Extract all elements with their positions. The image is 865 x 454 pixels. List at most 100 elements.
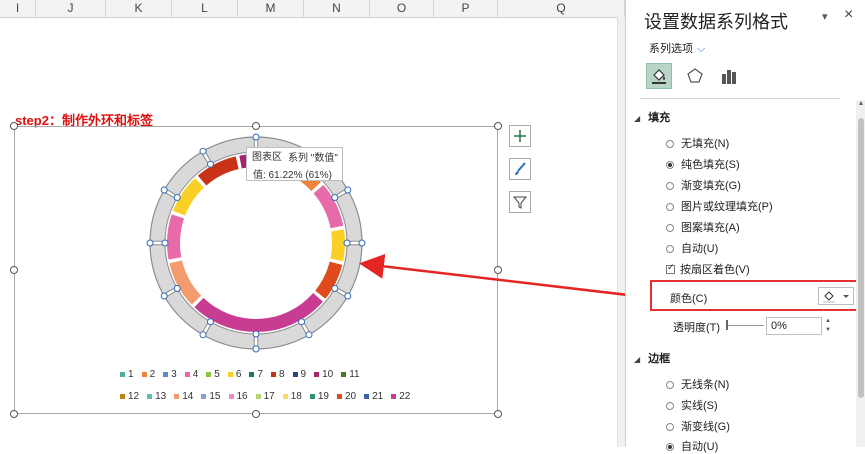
- radio-gradient-fill[interactable]: 渐变填充(G): [666, 177, 741, 193]
- scroll-up-icon[interactable]: ▲: [856, 100, 865, 107]
- legend-entry[interactable]: 20: [337, 391, 356, 402]
- chart-filters-button[interactable]: [509, 191, 531, 213]
- radio-label: 实线(S): [681, 400, 718, 412]
- radio-label: 无线条(N): [681, 379, 730, 391]
- point-handle: [252, 133, 260, 141]
- legend-swatch: [249, 371, 255, 377]
- worksheet[interactable]: I J K L M N O P Q step2：制作外环和标签 系列 "数值" …: [0, 0, 625, 447]
- radio-solid-fill[interactable]: 纯色填充(S): [666, 156, 740, 172]
- series-options-dropdown[interactable]: 系列选项 ⌵: [649, 40, 705, 56]
- radio-pattern-fill[interactable]: 图案填充(A): [666, 219, 740, 235]
- radio-gradient-line[interactable]: 渐变线(G): [666, 418, 730, 434]
- tab-fill-line[interactable]: [646, 63, 672, 89]
- legend-swatch: [120, 371, 125, 377]
- legend-entry[interactable]: 8: [270, 369, 285, 380]
- legend-entry[interactable]: 6: [227, 369, 241, 380]
- point-handle: [252, 345, 260, 353]
- legend-entry[interactable]: 2: [141, 369, 156, 380]
- radio-automatic-line[interactable]: 自动(U): [666, 438, 718, 454]
- legend-entry[interactable]: 15: [201, 391, 221, 402]
- legend-swatch: [270, 371, 276, 377]
- color-row-highlight: 颜色(C): [650, 280, 858, 311]
- legend-label: 21: [372, 391, 384, 402]
- point-handle: [160, 186, 168, 194]
- legend-label: 13: [155, 391, 167, 402]
- chevron-down-icon: ⌵: [697, 43, 706, 55]
- legend-entry[interactable]: 13: [147, 391, 166, 402]
- radio-label: 自动(U): [681, 243, 719, 255]
- chart-legend-row-2: 12 13 14 15 16 17 18 19 20 21 22: [120, 391, 418, 402]
- legend-entry[interactable]: 10: [314, 369, 333, 380]
- legend-entry[interactable]: 19: [309, 391, 329, 402]
- point-handle: [199, 147, 207, 155]
- fill-section-label: 填充: [648, 112, 671, 124]
- point-handle: [305, 331, 313, 339]
- legend-entry[interactable]: 12: [120, 391, 139, 402]
- radio-picture-fill[interactable]: 图片或纹理填充(P): [666, 198, 773, 214]
- fill-section-header[interactable]: ◢ 填充: [634, 109, 670, 125]
- legend-entry[interactable]: 11: [341, 369, 360, 380]
- legend-entry[interactable]: 9: [292, 369, 306, 380]
- point-handle: [252, 330, 260, 338]
- chart-styles-button[interactable]: [509, 158, 531, 180]
- legend-entry[interactable]: 4: [184, 369, 198, 380]
- close-icon[interactable]: ×: [844, 6, 853, 24]
- radio-automatic-fill[interactable]: 自动(U): [666, 240, 718, 256]
- sheet-vertical-scrollbar[interactable]: [617, 17, 625, 447]
- legend-swatch: [147, 393, 153, 399]
- chevron-down-icon[interactable]: ▾: [822, 10, 828, 23]
- legend-swatch: [163, 371, 169, 377]
- point-handle: [161, 239, 169, 247]
- legend-swatch: [228, 393, 234, 399]
- legend-swatch: [184, 371, 190, 377]
- legend-entry[interactable]: 7: [249, 369, 263, 380]
- transparency-spinner[interactable]: ▲ ▼: [823, 317, 833, 335]
- pane-vertical-scrollbar[interactable]: ▲: [856, 100, 865, 447]
- chart-elements-button[interactable]: [509, 125, 531, 147]
- legend-entry[interactable]: 22: [391, 391, 410, 402]
- scrollbar-thumb[interactable]: [858, 118, 864, 398]
- legend-label: 2: [149, 369, 156, 380]
- legend-entry[interactable]: 21: [364, 391, 383, 402]
- legend-entry[interactable]: 17: [255, 391, 275, 402]
- color-picker-button[interactable]: [818, 287, 854, 305]
- legend-entry[interactable]: 16: [228, 391, 248, 402]
- radio-icon: [666, 402, 674, 410]
- legend-entry[interactable]: 5: [206, 369, 220, 380]
- legend-entry[interactable]: 1: [120, 369, 134, 380]
- tab-series-options[interactable]: [716, 63, 742, 89]
- legend-entry[interactable]: 18: [282, 391, 302, 402]
- legend-entry[interactable]: 14: [174, 391, 193, 402]
- legend-entry[interactable]: 3: [163, 369, 177, 380]
- transparency-label: 透明度(T): [673, 322, 721, 334]
- radio-solid-line[interactable]: 实线(S): [666, 397, 718, 413]
- transparency-input[interactable]: 0%: [766, 317, 822, 335]
- inner-ring-segment[interactable]: [167, 214, 185, 260]
- legend-label: 11: [349, 369, 360, 380]
- point-handle: [344, 292, 352, 300]
- plus-icon: [514, 130, 526, 142]
- legend-swatch: [282, 393, 288, 399]
- transparency-slider-knob[interactable]: [726, 320, 728, 330]
- inner-ring-segment[interactable]: [330, 229, 346, 262]
- point-handle: [160, 292, 168, 300]
- border-section-header[interactable]: ◢ 边框: [634, 350, 670, 366]
- radio-no-fill[interactable]: 无填充(N): [666, 135, 729, 151]
- transparency-slider[interactable]: [726, 325, 764, 326]
- radio-label: 图片或纹理填充(P): [681, 201, 773, 213]
- checkbox-vary-colors[interactable]: 按扇区着色(V): [666, 261, 750, 277]
- paint-bucket-dropdown-icon: [823, 291, 849, 303]
- legend-swatch: [314, 371, 320, 377]
- legend-swatch: [337, 393, 342, 399]
- radio-label: 纯色填充(S): [681, 159, 740, 171]
- legend-label: 16: [236, 391, 248, 402]
- tab-effects[interactable]: [682, 63, 708, 89]
- bar-chart-icon: [722, 70, 736, 84]
- legend-swatch: [227, 371, 233, 377]
- point-handle: [207, 160, 214, 168]
- radio-no-line[interactable]: 无线条(N): [666, 376, 729, 392]
- point-handle: [298, 318, 305, 326]
- filter-icon: [513, 196, 527, 209]
- legend-swatch: [309, 393, 315, 399]
- legend-label: 8: [278, 369, 285, 380]
